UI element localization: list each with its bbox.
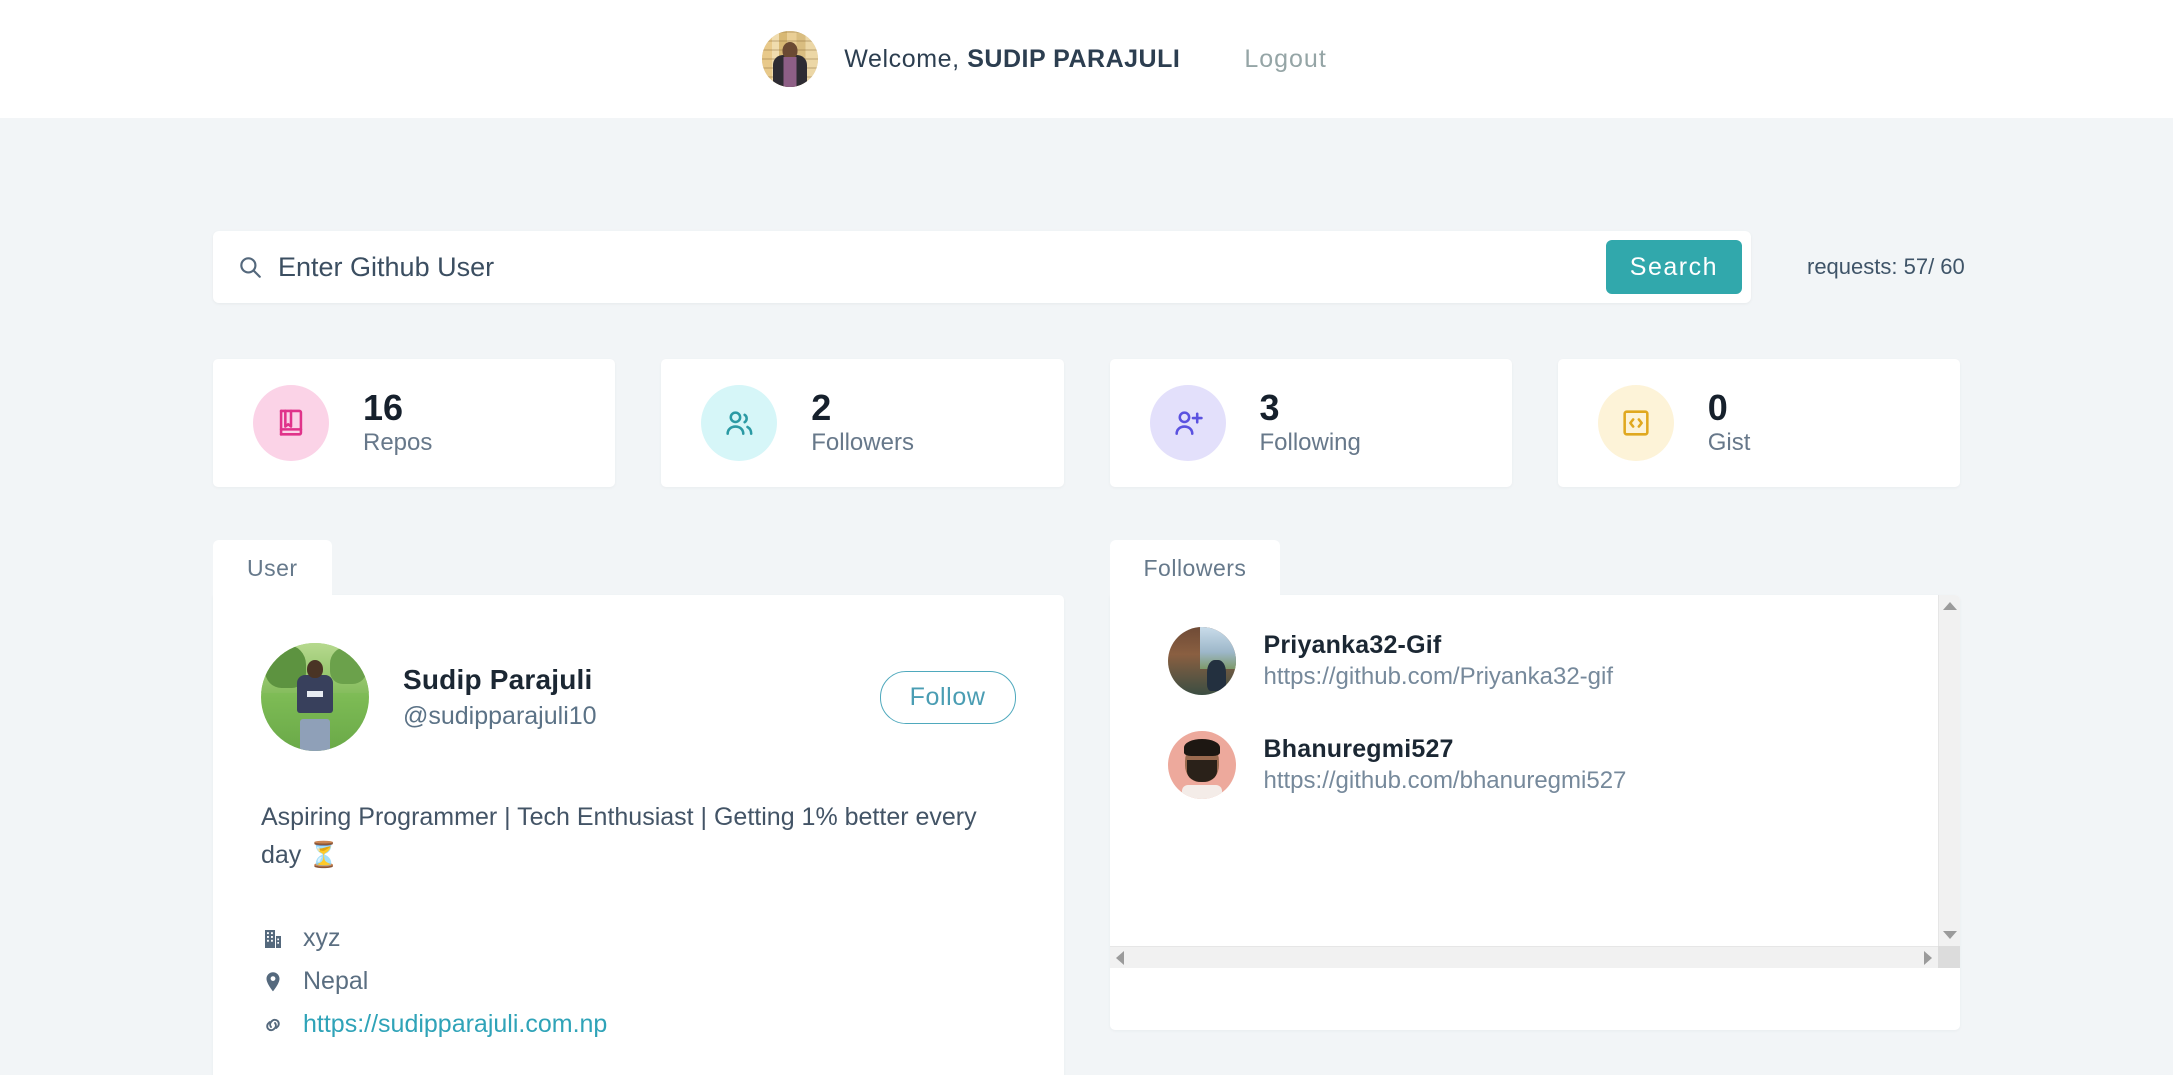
scroll-up-arrow-icon[interactable] [1942,602,1957,610]
scrollbar-corner [1938,946,1960,968]
scroll-left-arrow-icon[interactable] [1115,950,1124,965]
panels-row: User Sudip Parajuli @sudipparajuli10 Fol… [213,540,1960,1075]
rate-limit-counter: requests: 57/ 60 [1807,254,1965,279]
stat-label: Following [1259,428,1361,456]
user-plus-icon [1149,385,1226,461]
meta-row-location: Nepal [261,967,1016,996]
stats-row: 16 Repos 2 Followers 3 Following 0 Gist [213,359,1960,487]
top-header-bar: Welcome, SUDIP PARAJULI Logout [0,0,2173,118]
welcome-prefix: Welcome, [844,44,968,73]
scroll-right-arrow-icon[interactable] [1924,950,1932,965]
stat-label: Gist [1707,428,1751,456]
stat-card-repos: 16 Repos [213,359,616,487]
stat-card-following: 3 Following [1109,359,1512,487]
follower-url[interactable]: https://github.com/bhanuregmi527 [1264,767,1627,795]
stat-value: 2 [811,386,832,428]
building-icon [261,926,285,952]
location-icon [261,969,285,995]
list-item[interactable]: Bhanuregmi527 https://github.com/bhanure… [1167,731,1939,799]
code-icon [1597,385,1674,461]
meta-value-link[interactable]: https://sudipparajuli.com.np [303,1010,607,1039]
user-panel-body: Sudip Parajuli @sudipparajuli10 Follow A… [213,595,1064,1075]
followers-panel: Followers Priyanka32-Gif https://github.… [1109,540,1960,1075]
search-input[interactable] [278,231,1751,303]
user-panel: User Sudip Parajuli @sudipparajuli10 Fol… [213,540,1064,1075]
stat-value: 16 [363,386,404,428]
page-content: Search requests: 57/ 60 16 Repos [0,231,2173,1075]
user-bio: Aspiring Programmer | Tech Enthusiast | … [261,803,977,869]
header-content: Welcome, SUDIP PARAJULI Logout [762,31,1327,87]
user-avatar [261,643,369,751]
users-icon [701,385,778,461]
stat-label: Followers [811,428,914,456]
meta-row-website[interactable]: https://sudipparajuli.com.np [261,1010,1016,1039]
welcome-message: Welcome, SUDIP PARAJULI [844,45,1180,74]
search-icon [237,254,263,280]
welcome-username: SUDIP PARAJULI [967,44,1181,73]
list-item[interactable]: Priyanka32-Gif https://github.com/Priyan… [1167,627,1939,695]
meta-row-company: xyz [261,924,1016,953]
tab-user[interactable]: User [213,540,332,595]
tab-followers[interactable]: Followers [1109,540,1281,595]
avatar [1167,731,1236,799]
user-full-name: Sudip Parajuli [403,663,593,695]
stat-label: Repos [363,428,433,456]
stat-card-followers: 2 Followers [661,359,1064,487]
user-handle: @sudipparajuli10 [403,701,597,730]
link-icon [261,1012,285,1038]
follower-url[interactable]: https://github.com/Priyanka32-gif [1264,663,1614,691]
stat-value: 3 [1259,386,1280,428]
avatar [1167,627,1236,695]
follower-login: Bhanuregmi527 [1263,735,1454,763]
vertical-scrollbar[interactable] [1938,595,1960,946]
search-row: Search requests: 57/ 60 [213,231,1965,303]
scroll-down-arrow-icon[interactable] [1942,931,1957,939]
book-icon [253,385,329,461]
user-name-block: Sudip Parajuli @sudipparajuli10 [403,664,597,731]
horizontal-scrollbar[interactable] [1109,946,1938,968]
follower-login: Priyanka32-Gif [1263,631,1442,659]
followers-list: Priyanka32-Gif https://github.com/Priyan… [1109,595,1939,946]
meta-value: xyz [303,924,341,952]
user-header: Sudip Parajuli @sudipparajuli10 Follow [261,643,1016,751]
stat-value: 0 [1707,386,1728,428]
meta-value: Nepal [303,967,369,995]
follow-button[interactable]: Follow [879,670,1016,724]
stat-card-gist: 0 Gist [1557,359,1960,487]
search-box[interactable]: Search [213,231,1751,303]
followers-panel-body: Priyanka32-Gif https://github.com/Priyan… [1109,595,1960,1030]
user-meta-list: xyz Nepal https://sudipparajuli.com.np [261,924,1016,1039]
header-user-avatar [762,31,819,87]
search-button[interactable]: Search [1605,240,1742,294]
logout-button[interactable]: Logout [1244,45,1326,74]
